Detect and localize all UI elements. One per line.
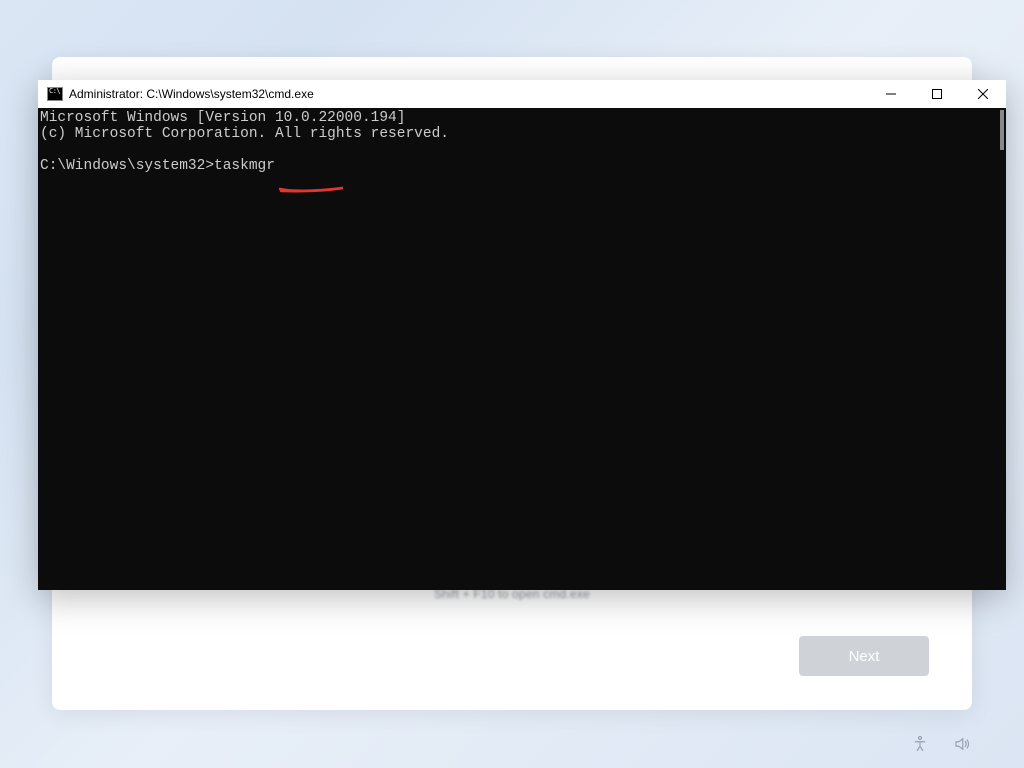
cmd-scrollbar[interactable] — [1000, 110, 1004, 150]
cmd-prompt-path: C:\Windows\system32> — [40, 158, 214, 174]
system-tray — [910, 734, 972, 754]
next-button[interactable]: Next — [799, 636, 929, 676]
close-button[interactable] — [960, 80, 1006, 108]
volume-icon[interactable] — [952, 734, 972, 754]
cmd-window: Administrator: C:\Windows\system32\cmd.e… — [38, 80, 1006, 590]
accessibility-icon[interactable] — [910, 734, 930, 754]
minimize-button[interactable] — [868, 80, 914, 108]
maximize-button[interactable] — [914, 80, 960, 108]
cmd-output-line: Microsoft Windows [Version 10.0.22000.19… — [40, 110, 405, 126]
cmd-window-title: Administrator: C:\Windows\system32\cmd.e… — [69, 87, 314, 101]
cmd-typed-command: taskmgr — [214, 158, 275, 174]
cmd-icon — [47, 87, 63, 101]
cmd-output-line: (c) Microsoft Corporation. All rights re… — [40, 126, 449, 142]
setup-dialog-footer: Shift + F10 to open cmd.exe Next — [52, 590, 972, 710]
cmd-titlebar[interactable]: Administrator: C:\Windows\system32\cmd.e… — [38, 80, 1006, 108]
cmd-terminal-body[interactable]: Microsoft Windows [Version 10.0.22000.19… — [38, 108, 1006, 590]
